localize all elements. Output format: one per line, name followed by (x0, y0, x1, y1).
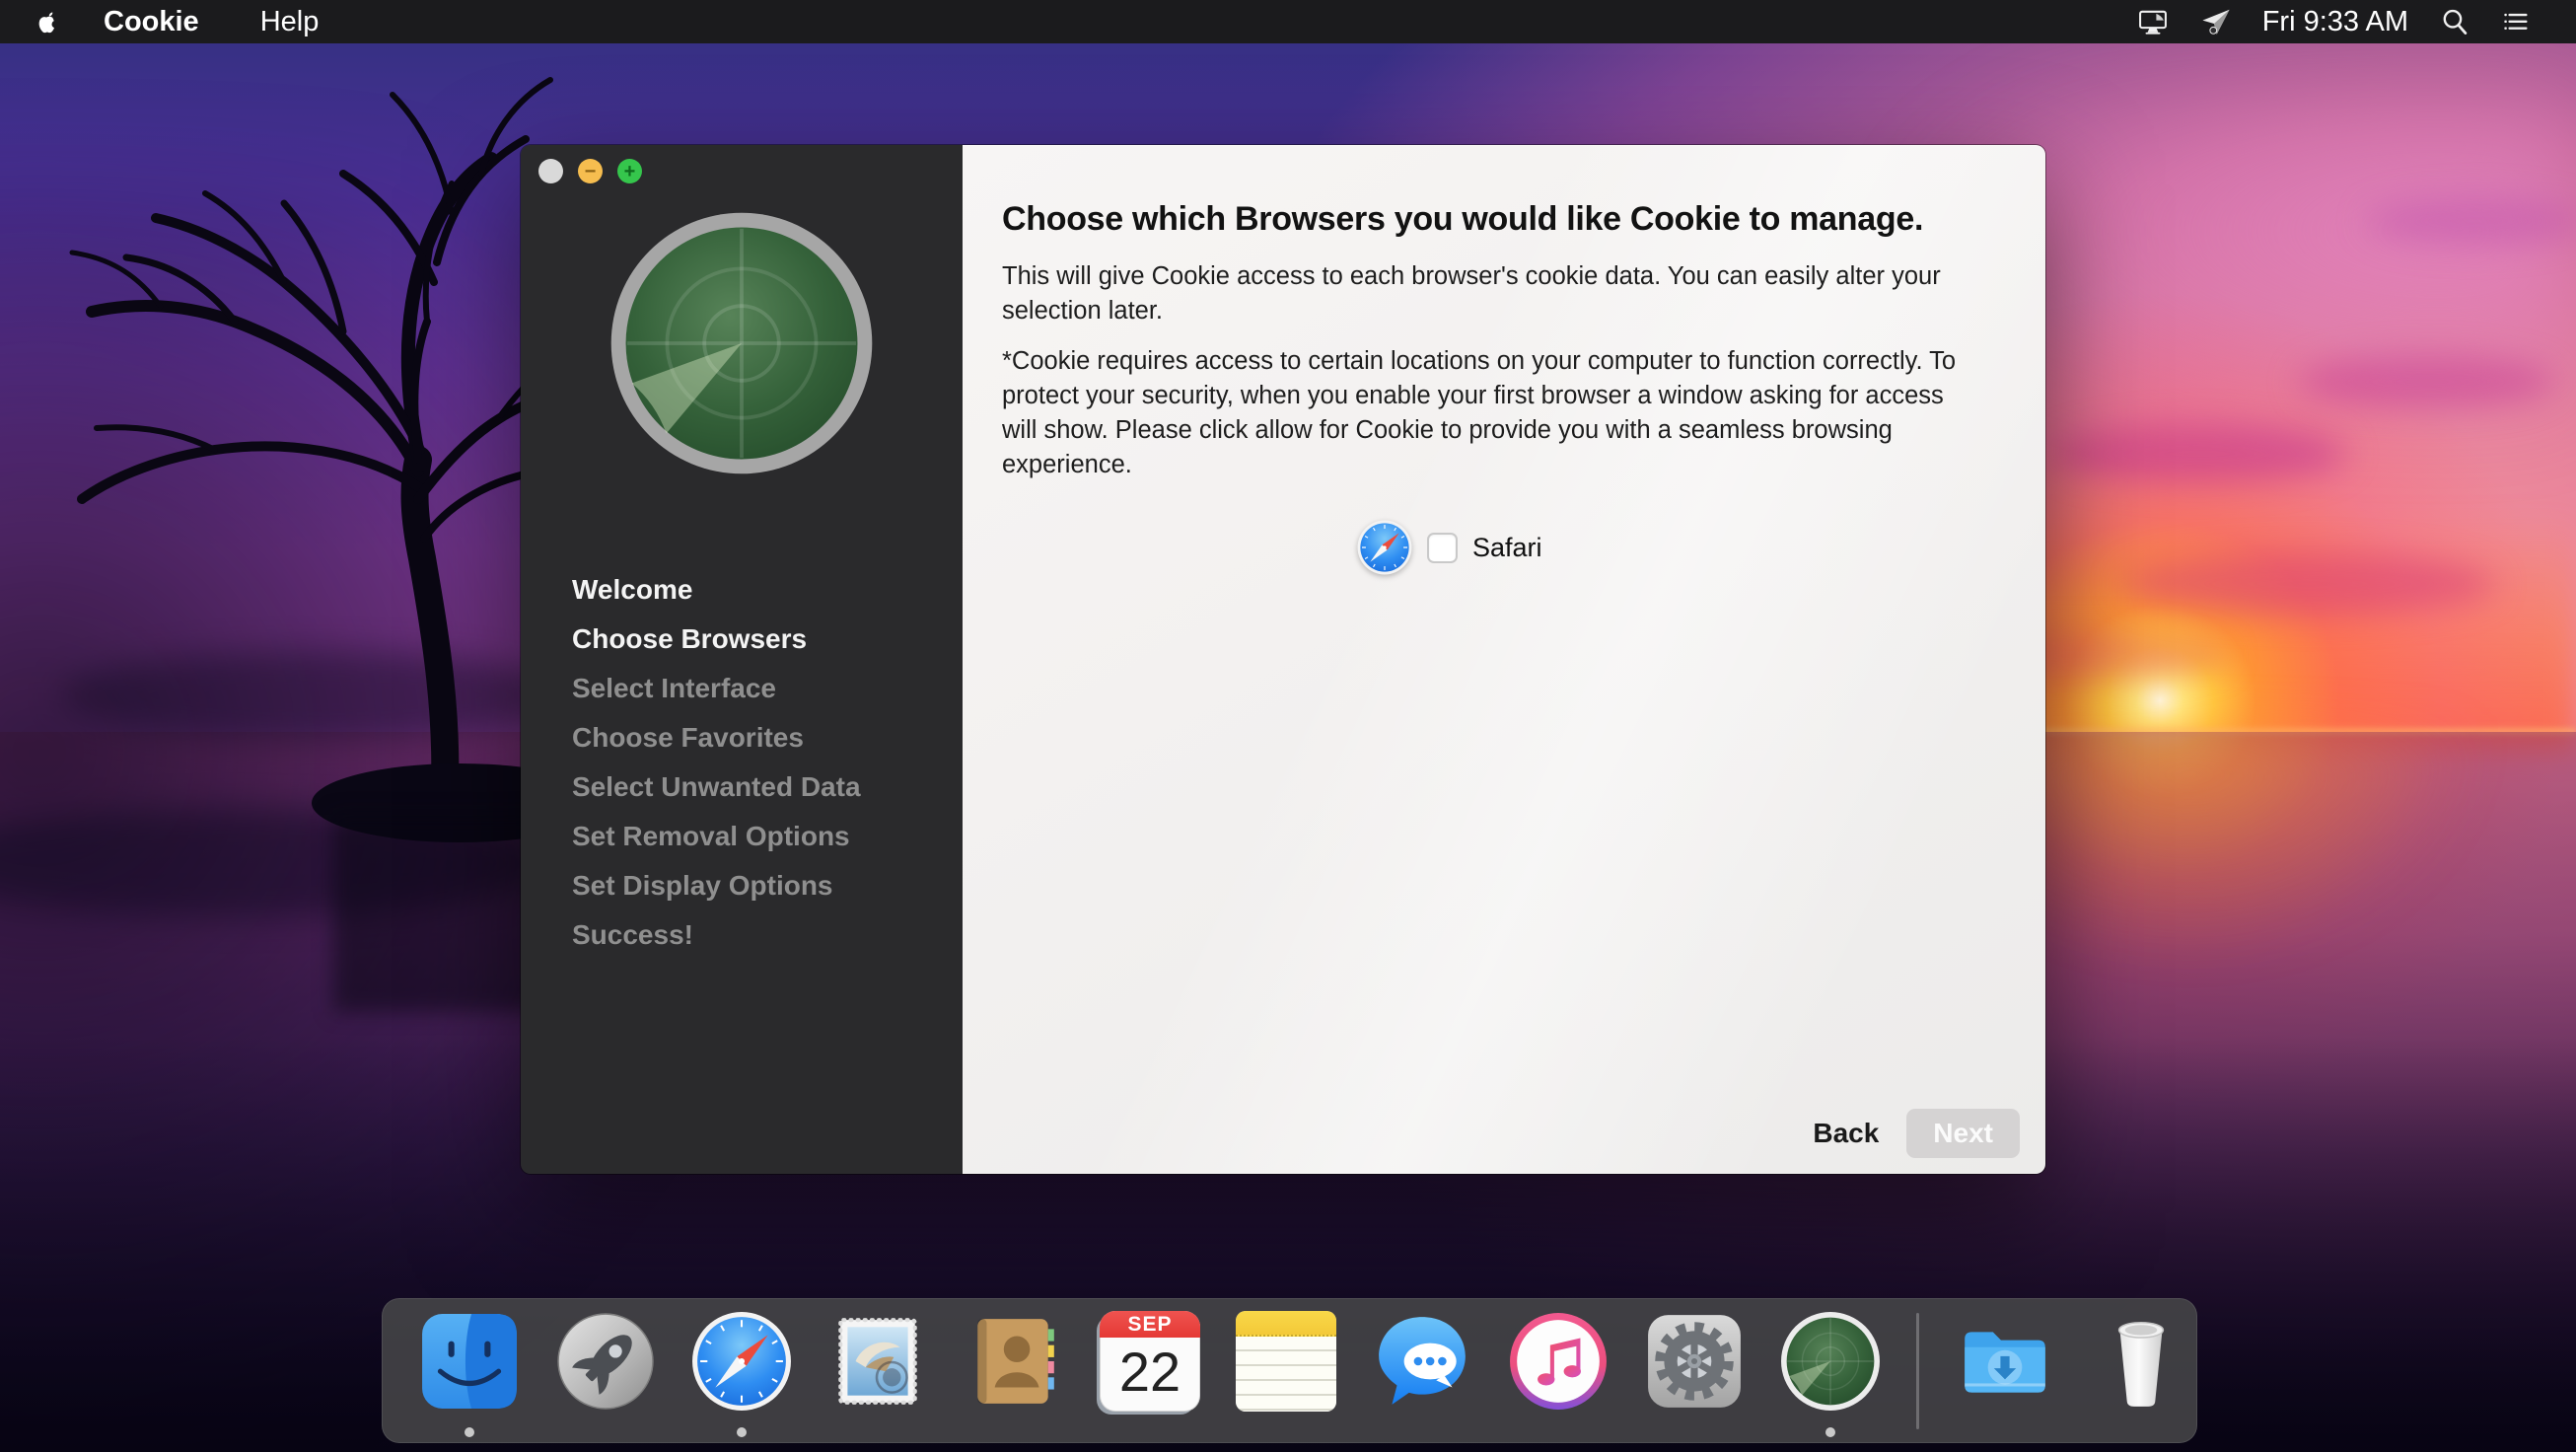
messages-icon (1372, 1311, 1472, 1412)
zoom-button[interactable]: + (617, 159, 642, 183)
downloads-folder-icon (1955, 1311, 2055, 1412)
wizard-step-set-removal-options[interactable]: Set Removal Options (521, 812, 963, 861)
wizard-step-welcome[interactable]: Welcome (521, 565, 963, 615)
safari-icon (691, 1311, 792, 1412)
cookie-radar-icon (1780, 1311, 1881, 1412)
dock-item-contacts[interactable] (964, 1311, 1064, 1412)
page-title: Choose which Browsers you would like Coo… (1002, 200, 1988, 239)
dock-item-calendar[interactable]: SEP 22 (1100, 1311, 1200, 1412)
calendar-month: SEP (1100, 1311, 1200, 1338)
access-note-paragraph: *Cookie requires access to certain locat… (1002, 344, 1980, 482)
dock-item-downloads[interactable] (1955, 1311, 2055, 1412)
notes-icon (1236, 1311, 1336, 1337)
itunes-icon (1508, 1311, 1609, 1412)
notification-center-icon[interactable] (2501, 5, 2535, 38)
calendar-day: 22 (1100, 1338, 1200, 1407)
finder-icon (419, 1311, 520, 1412)
wizard-step-select-unwanted-data[interactable]: Select Unwanted Data (521, 762, 963, 812)
dock-item-safari[interactable] (691, 1311, 792, 1412)
launchpad-icon (555, 1311, 656, 1412)
apple-icon[interactable] (36, 9, 62, 36)
minimize-button[interactable]: − (578, 159, 603, 183)
system-preferences-icon (1644, 1311, 1745, 1412)
wizard-sidebar: − + WelcomeChoose BrowsersSelect Interfa… (521, 145, 963, 1174)
cookie-setup-window: − + WelcomeChoose BrowsersSelect Interfa… (521, 145, 2045, 1174)
spotlight-search-icon[interactable] (2438, 5, 2471, 38)
dock-item-launchpad[interactable] (555, 1311, 656, 1412)
radar-icon (608, 210, 875, 476)
trash-icon (2091, 1311, 2191, 1412)
safari-browser-icon (1357, 520, 1412, 575)
dock-separator (1916, 1313, 1919, 1429)
mail-icon (827, 1311, 928, 1412)
dock-item-trash[interactable] (2091, 1311, 2191, 1412)
running-indicator (465, 1427, 474, 1437)
wizard-content: Choose which Browsers you would like Coo… (963, 145, 2045, 1174)
display-icon[interactable] (2136, 5, 2170, 38)
wizard-steps: WelcomeChoose BrowsersSelect InterfaceCh… (521, 565, 963, 960)
menu-clock[interactable]: Fri 9:33 AM (2262, 6, 2408, 38)
dock-item-itunes[interactable] (1508, 1311, 1609, 1412)
contacts-icon (964, 1311, 1064, 1412)
wizard-step-select-interface[interactable]: Select Interface (521, 664, 963, 713)
dock: SEP 22 (382, 1298, 2197, 1443)
running-indicator (1825, 1427, 1835, 1437)
cursor-arrow-icon[interactable] (2199, 5, 2233, 38)
browser-label: Safari (1472, 533, 1542, 563)
wizard-step-set-display-options[interactable]: Set Display Options (521, 861, 963, 910)
tree-silhouette (0, 26, 580, 1042)
menu-bar: Cookie Help Fri 9:33 AM (0, 0, 2576, 43)
browser-checkbox[interactable] (1427, 533, 1458, 563)
wizard-step-choose-browsers[interactable]: Choose Browsers (521, 615, 963, 664)
back-button[interactable]: Back (1813, 1118, 1879, 1149)
wizard-step-choose-favorites[interactable]: Choose Favorites (521, 713, 963, 762)
dock-item-cookie[interactable] (1780, 1311, 1881, 1412)
dock-item-messages[interactable] (1372, 1311, 1472, 1412)
dock-item-finder[interactable] (419, 1311, 520, 1412)
dock-item-system-preferences[interactable] (1644, 1311, 1745, 1412)
menu-app-name[interactable]: Cookie (104, 6, 199, 38)
menu-item-help[interactable]: Help (260, 6, 320, 38)
intro-paragraph: This will give Cookie access to each bro… (1002, 259, 1980, 328)
running-indicator (737, 1427, 747, 1437)
browser-row-safari: Safari (1357, 520, 1542, 575)
wizard-step-success[interactable]: Success! (521, 910, 963, 960)
next-button[interactable]: Next (1906, 1109, 2020, 1158)
close-button[interactable] (538, 159, 563, 183)
dock-item-notes[interactable] (1236, 1311, 1336, 1412)
dock-item-mail[interactable] (827, 1311, 928, 1412)
